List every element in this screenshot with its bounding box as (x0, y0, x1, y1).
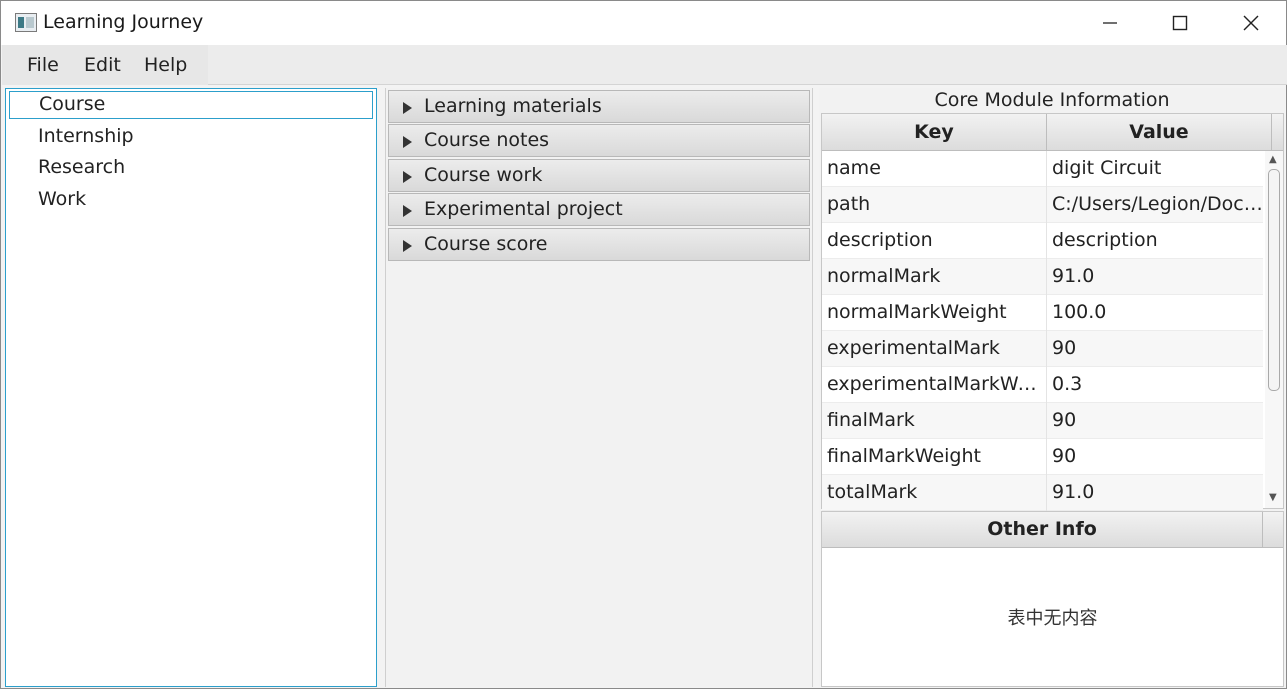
app-icon (15, 13, 37, 32)
accordion-course-notes[interactable]: Course notes (388, 124, 810, 157)
cell-value: 91.0 (1052, 481, 1095, 503)
close-icon (1243, 15, 1259, 31)
cell-key: normalMarkWeight (822, 295, 1047, 331)
list-item-course[interactable]: Course (9, 91, 373, 119)
cell-value: digit Circuit (1052, 157, 1162, 179)
cell-key: experimentalMark (822, 331, 1047, 367)
cell-key: experimentalMarkWei... (822, 367, 1047, 403)
cell-value: 0.3 (1052, 373, 1083, 395)
scroll-up-icon[interactable]: ▲ (1269, 154, 1277, 165)
cell-value: 100.0 (1052, 301, 1107, 323)
table-header: Other Info (822, 512, 1283, 548)
accordion-label: Course work (424, 164, 543, 186)
table-row[interactable]: experimentalMark 90 (822, 331, 1263, 367)
maximize-icon (1172, 15, 1188, 31)
info-panel: Core Module Information Key Value name di… (819, 88, 1285, 687)
expand-arrow-icon (403, 240, 412, 252)
expand-arrow-icon (403, 102, 412, 114)
accordion-experimental-project[interactable]: Experimental project (388, 193, 810, 226)
accordion-learning-materials[interactable]: Learning materials (388, 90, 810, 123)
accordion-label: Course score (424, 233, 548, 255)
table-row[interactable]: normalMarkWeight 100.0 (822, 295, 1263, 331)
accordion-label: Experimental project (424, 198, 623, 220)
accordion-label: Learning materials (424, 95, 602, 117)
list-item-internship[interactable]: Internship (9, 123, 373, 151)
menu-edit[interactable]: Edit (84, 54, 121, 76)
cell-value: 91.0 (1052, 265, 1095, 287)
maximize-button[interactable] (1145, 1, 1215, 45)
cell-key: finalMarkWeight (822, 439, 1047, 475)
column-header-value[interactable]: Value (1047, 114, 1272, 150)
accordion-course-work[interactable]: Course work (388, 159, 810, 192)
table-row[interactable]: name digit Circuit (822, 151, 1263, 187)
cell-key: normalMark (822, 259, 1047, 295)
empty-table-message: 表中无内容 (1007, 608, 1098, 629)
table-row[interactable]: finalMarkWeight 90 (822, 439, 1263, 475)
window-title: Learning Journey (43, 11, 204, 33)
table-row[interactable]: finalMark 90 (822, 403, 1263, 439)
table-header: Key Value (822, 114, 1283, 151)
cell-value: 90 (1052, 409, 1077, 431)
close-button[interactable] (1216, 1, 1286, 45)
cell-key: name (822, 151, 1047, 187)
list-item-work[interactable]: Work (9, 186, 373, 214)
expand-arrow-icon (403, 205, 412, 217)
vertical-scrollbar[interactable]: ▲ ▼ (1265, 151, 1283, 508)
accordion-panel: Learning materials Course notes Course w… (385, 88, 813, 687)
cell-value: 90 (1052, 337, 1077, 359)
table-row[interactable]: totalMark 91.0 (822, 475, 1263, 511)
cell-value: 90 (1052, 445, 1077, 467)
menu-group: File Edit Help (2, 45, 208, 85)
expand-arrow-icon (403, 136, 412, 148)
accordion-course-score[interactable]: Course score (388, 228, 810, 261)
app-window: Learning Journey File Edit Help Course I… (0, 0, 1287, 689)
table-body: name digit Circuit path C:/Users/Legion/Doc… (822, 151, 1263, 511)
other-info-table: Other Info 表中无内容 (821, 511, 1284, 687)
minimize-button[interactable] (1075, 1, 1145, 45)
table-row[interactable]: path C:/Users/Legion/Docu... (822, 187, 1263, 223)
menu-help[interactable]: Help (144, 54, 187, 76)
cell-value: description (1052, 229, 1158, 251)
accordion-label: Course notes (424, 129, 550, 151)
table-row[interactable]: normalMark 91.0 (822, 259, 1263, 295)
menu-file[interactable]: File (27, 54, 59, 76)
cell-key: totalMark (822, 475, 1047, 511)
column-header-key[interactable]: Key (822, 114, 1047, 150)
cell-key: finalMark (822, 403, 1047, 439)
core-module-title: Core Module Information (934, 89, 1170, 111)
scrollbar-thumb[interactable] (1268, 169, 1280, 391)
title-bar[interactable]: Learning Journey (1, 1, 1286, 45)
column-header-other-info[interactable]: Other Info (822, 512, 1263, 547)
cell-value: C:/Users/Legion/Docu... (1052, 193, 1263, 215)
core-module-table: Key Value name digit Circuit path C:/Users/… (821, 113, 1284, 511)
expand-arrow-icon (403, 171, 412, 183)
cell-key: description (822, 223, 1047, 259)
scroll-down-icon[interactable]: ▼ (1269, 492, 1277, 503)
cell-key: path (822, 187, 1047, 223)
minimize-icon (1103, 22, 1117, 24)
category-list: Course Internship Research Work (5, 88, 377, 687)
menu-bar: File Edit Help (2, 45, 1287, 85)
table-row[interactable]: experimentalMarkWei... 0.3 (822, 367, 1263, 403)
list-item-research[interactable]: Research (9, 154, 373, 182)
table-corner (1272, 114, 1283, 150)
table-row[interactable]: description description (822, 223, 1263, 259)
